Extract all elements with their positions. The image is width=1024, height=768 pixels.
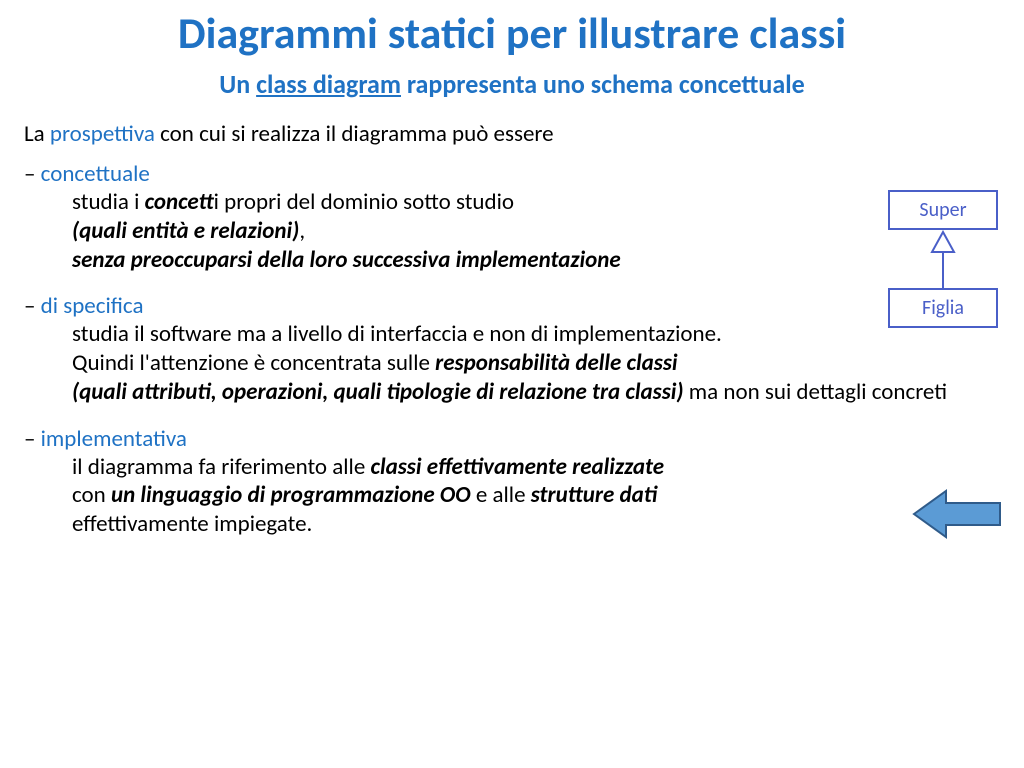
section-body: il diagramma fa riferimento alle classi …	[72, 453, 892, 539]
section-name: concettuale	[41, 160, 150, 188]
section-concettuale: – concettuale studia i concetti propri d…	[24, 160, 1004, 274]
text: ma non sui dettagli concreti	[684, 378, 947, 406]
subtitle-post: rappresenta uno schema concettuale	[401, 68, 805, 100]
section-head: – concettuale	[24, 160, 1004, 188]
intro-text: La prospettiva con cui si realizza il di…	[24, 120, 1004, 148]
section-head: – di specifica	[24, 292, 1004, 320]
section-name: di specifica	[41, 292, 144, 320]
slide-subtitle: Un class diagram rappresenta uno schema …	[20, 68, 1004, 100]
uml-line	[942, 252, 944, 288]
text-emph: senza preoccuparsi della loro successiva…	[72, 246, 621, 274]
text: studia i	[72, 188, 145, 216]
text: i propri del dominio sotto studio	[214, 188, 514, 216]
section-implementativa: – implementativa il diagramma fa riferim…	[24, 425, 1004, 539]
text-emph: (quali attributi, operazioni, quali tipo…	[72, 378, 684, 406]
text: studia il software ma a livello di inter…	[72, 320, 722, 348]
text-emph: classi effettivamente realizzate	[370, 453, 664, 481]
text: Quindi l'attenzione è concentrata sulle	[72, 349, 435, 377]
uml-class-figlia: Figlia	[888, 288, 998, 328]
dash: –	[24, 160, 41, 188]
slide-title: Diagrammi statici per illustrare classi	[20, 6, 1004, 60]
section-body: studia il software ma a livello di inter…	[72, 320, 1004, 406]
left-arrow-icon	[912, 487, 1002, 541]
intro-pre: La	[24, 120, 50, 148]
slide-content: Diagrammi statici per illustrare classi …	[0, 0, 1024, 577]
text: il diagramma fa riferimento alle	[72, 453, 370, 481]
intro-post: con cui si realizza il diagramma può ess…	[155, 120, 554, 148]
text: con	[72, 481, 111, 509]
class-diagram-link[interactable]: class diagram	[256, 68, 401, 100]
section-body: studia i concetti propri del dominio sot…	[72, 188, 892, 274]
dash: –	[24, 425, 41, 453]
uml-inheritance-connector	[888, 230, 998, 288]
uml-class-super: Super	[888, 190, 998, 230]
text: e alle	[471, 481, 531, 509]
subtitle-pre: Un	[219, 68, 256, 100]
comma: ,	[299, 217, 305, 245]
text-emph: (quali entità e relazioni)	[72, 217, 299, 245]
text-emph: responsabilità delle classi	[435, 349, 677, 377]
text-emph: concett	[145, 188, 214, 216]
section-head: – implementativa	[24, 425, 1004, 453]
uml-diagram: Super Figlia	[888, 190, 998, 328]
text-emph: strutture dati	[531, 481, 658, 509]
text: effettivamente impiegate.	[72, 510, 312, 538]
dash: –	[24, 292, 41, 320]
intro-keyword: prospettiva	[50, 120, 155, 148]
section-specifica: – di specifica studia il software ma a l…	[24, 292, 1004, 406]
text-emph: un linguaggio di programmazione OO	[111, 481, 471, 509]
section-name: implementativa	[41, 425, 187, 453]
uml-inheritance-icon	[930, 230, 956, 254]
